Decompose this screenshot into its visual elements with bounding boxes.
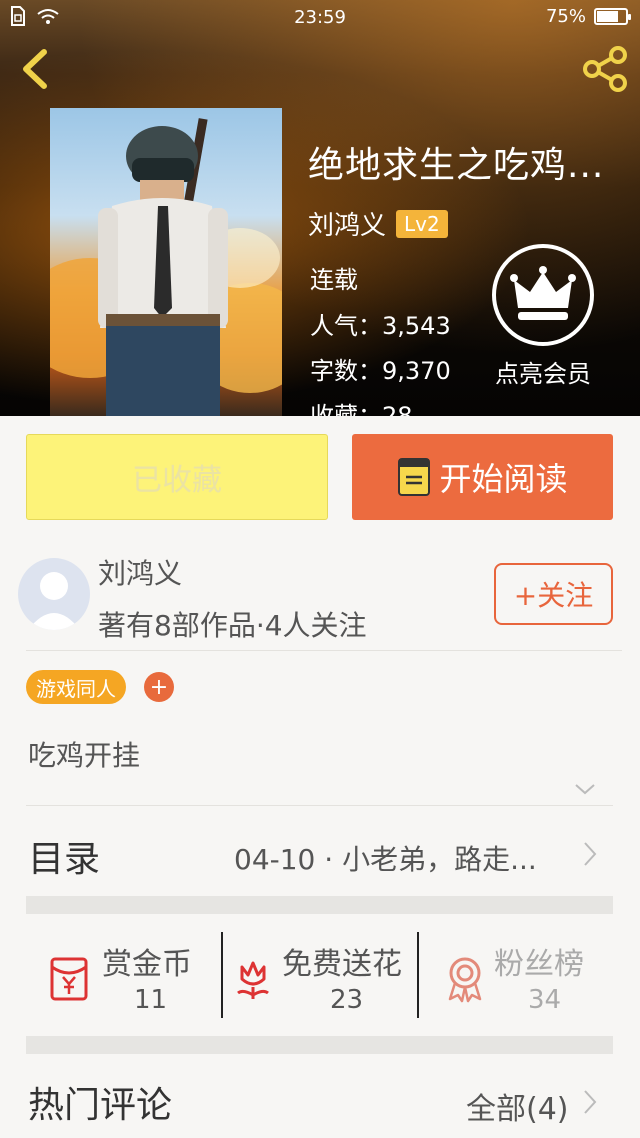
- word-count-stat: 字数：9,370: [310, 357, 451, 385]
- all-comments-link[interactable]: 全部(4): [466, 1084, 569, 1128]
- author-works-summary: 著有8部作品·4人关注: [98, 609, 367, 642]
- battery-percent: 75%: [545, 6, 586, 27]
- send-flowers-button[interactable]: 免费送花 23: [224, 935, 416, 1021]
- crown-icon: [510, 266, 576, 320]
- reward-coins-button[interactable]: 赏金币 11: [26, 935, 220, 1021]
- vip-membership-button[interactable]: 点亮会员: [488, 244, 598, 389]
- send-flowers-label: 免费送花: [282, 947, 402, 982]
- send-flowers-count: 23: [330, 985, 364, 1015]
- book-cover[interactable]: [50, 108, 282, 416]
- cover-illustration: [50, 118, 282, 416]
- divider: [221, 932, 223, 1018]
- book-header: 23:59 75% 绝地求生之吃鸡... 刘鸿义 Lv2 连载 人气：3,543…: [0, 0, 640, 416]
- author-avatar[interactable]: [18, 558, 90, 630]
- latest-chapter[interactable]: 04-10 · 小老弟，路走...: [234, 838, 574, 878]
- divider: [417, 932, 419, 1018]
- divider: [26, 805, 613, 806]
- share-icon[interactable]: [580, 44, 630, 94]
- favorites-stat: 收藏：28: [310, 402, 413, 416]
- vip-label: 点亮会员: [495, 360, 591, 388]
- author-name[interactable]: 刘鸿义: [98, 552, 182, 592]
- back-arrow-icon[interactable]: [14, 44, 58, 94]
- add-tag-button[interactable]: +: [144, 672, 174, 702]
- status-bar: 23:59 75%: [0, 0, 640, 34]
- start-reading-button[interactable]: 开始阅读: [352, 434, 613, 520]
- section-separator: [26, 896, 613, 914]
- medal-icon: [448, 957, 482, 1003]
- chevron-right-icon[interactable]: [582, 840, 598, 868]
- battery-icon: [594, 8, 631, 25]
- default-avatar-icon: [28, 572, 80, 630]
- book-author[interactable]: 刘鸿义: [308, 205, 386, 242]
- book-intro: 吃鸡开挂: [28, 739, 141, 772]
- chevron-down-icon[interactable]: [574, 778, 596, 800]
- red-envelope-icon: [50, 957, 88, 1001]
- clock: 23:59: [294, 7, 346, 28]
- catalog-label[interactable]: 目录: [28, 830, 100, 882]
- collected-button[interactable]: 已收藏: [26, 434, 328, 520]
- book-icon: [398, 458, 431, 496]
- fan-ranking-label: 粉丝榜: [494, 947, 584, 982]
- reward-coins-label: 赏金币: [102, 947, 192, 982]
- book-detail-page: 23:59 75% 绝地求生之吃鸡... 刘鸿义 Lv2 连载 人气：3,543…: [0, 0, 640, 1138]
- hot-comments-label: 热门评论: [28, 1085, 173, 1126]
- fan-ranking-button[interactable]: 粉丝榜 34: [420, 935, 613, 1021]
- popularity-stat: 人气：3,543: [310, 312, 451, 340]
- tag-game-fanfic[interactable]: 游戏同人: [26, 670, 126, 704]
- reward-coins-count: 11: [134, 985, 168, 1015]
- flower-icon: [237, 961, 269, 999]
- start-reading-label: 开始阅读: [439, 460, 568, 498]
- fan-ranking-count: 34: [528, 985, 562, 1015]
- section-separator: [26, 1036, 613, 1054]
- divider: [26, 650, 622, 651]
- book-title: 绝地求生之吃鸡...: [308, 145, 605, 186]
- serial-status: 连载: [310, 266, 358, 294]
- level-badge: Lv2: [396, 209, 448, 238]
- follow-button[interactable]: +关注: [494, 563, 613, 625]
- chevron-right-icon[interactable]: [582, 1088, 598, 1116]
